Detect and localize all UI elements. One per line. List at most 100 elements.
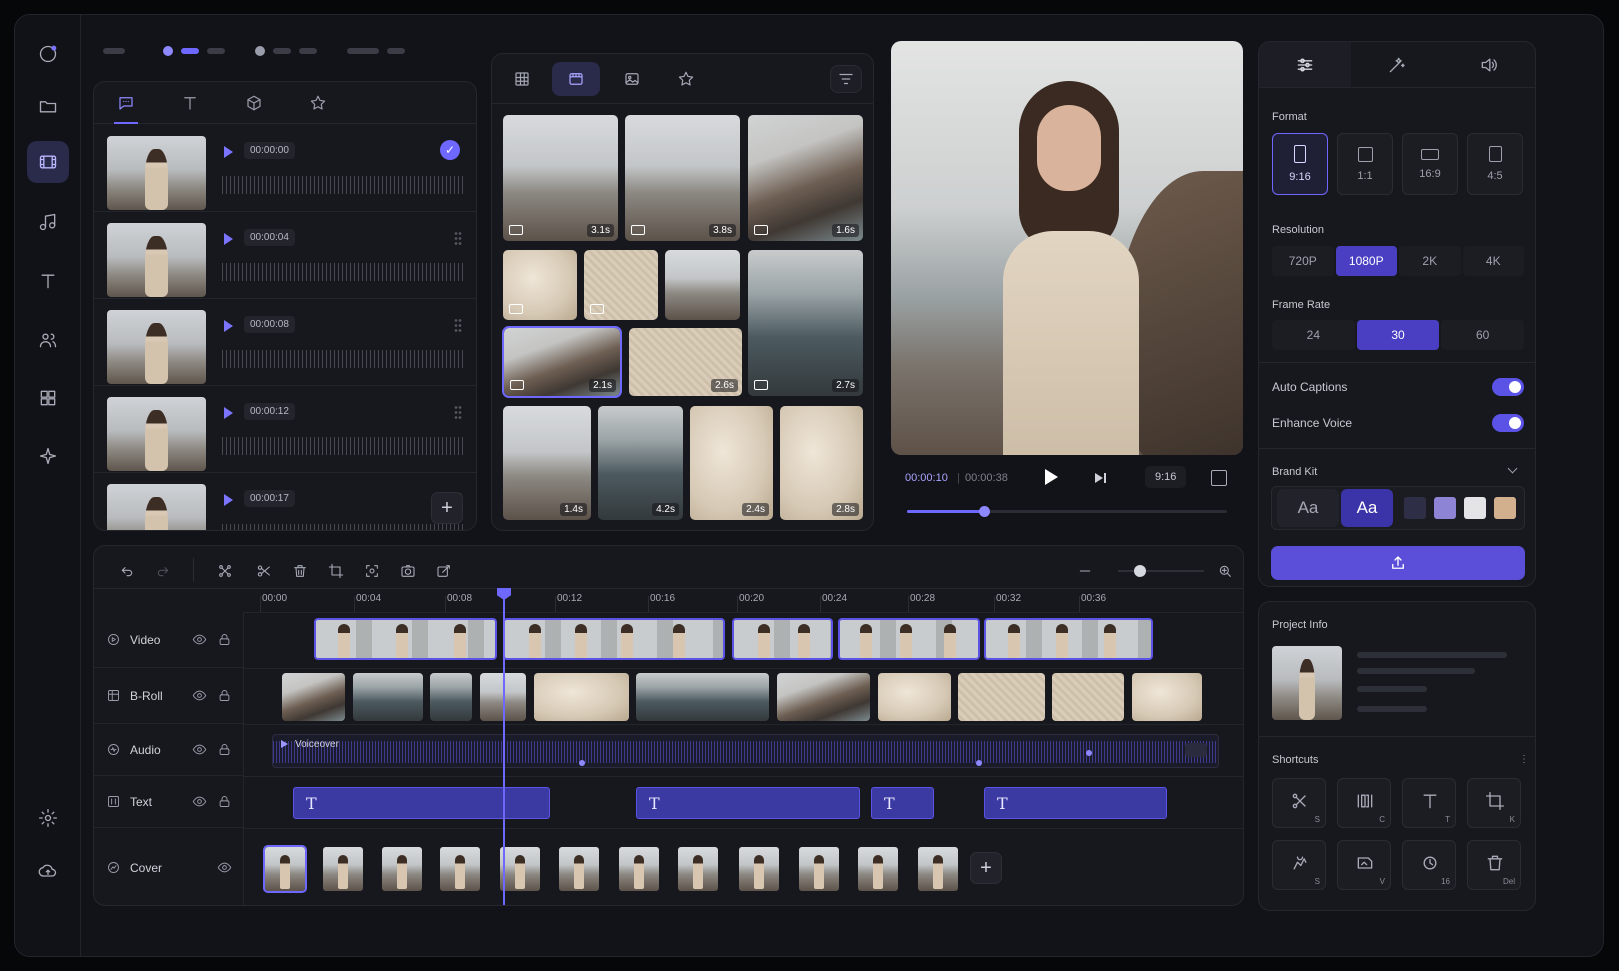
broll-clip[interactable] bbox=[636, 673, 769, 721]
tab-starred[interactable] bbox=[662, 62, 710, 96]
next-frame-button[interactable] bbox=[1095, 472, 1107, 484]
media-tile-selected[interactable]: 2.1s bbox=[502, 326, 622, 398]
broll-clip[interactable] bbox=[430, 673, 472, 721]
trash-icon[interactable] bbox=[289, 560, 311, 582]
res-option[interactable]: 720P bbox=[1272, 246, 1334, 276]
film-icon[interactable] bbox=[27, 141, 69, 183]
add-voice-button[interactable]: + bbox=[431, 492, 463, 524]
zoom-slider[interactable] bbox=[1118, 565, 1204, 577]
media-tile[interactable]: 3.1s bbox=[503, 115, 618, 241]
media-tile[interactable]: 4.2s bbox=[598, 406, 683, 520]
color-swatch[interactable] bbox=[1464, 497, 1486, 519]
eye-icon[interactable] bbox=[217, 860, 232, 875]
sparkle-icon[interactable] bbox=[27, 435, 69, 477]
font-option-serif[interactable]: Aa bbox=[1277, 489, 1339, 527]
lock-icon[interactable] bbox=[217, 688, 232, 703]
tab-text[interactable] bbox=[158, 82, 222, 124]
cloud-upload-icon[interactable] bbox=[27, 850, 69, 892]
export-button[interactable] bbox=[1271, 546, 1525, 580]
music-icon[interactable] bbox=[27, 201, 69, 243]
res-option[interactable]: 2K bbox=[1399, 246, 1461, 276]
broll-clip[interactable] bbox=[282, 673, 345, 721]
cut-icon[interactable]: S bbox=[1272, 778, 1326, 828]
media-tile[interactable]: 2.8s bbox=[780, 406, 863, 520]
gear-icon[interactable] bbox=[27, 797, 69, 839]
broll-clip[interactable] bbox=[1132, 673, 1202, 721]
cover-frame[interactable] bbox=[858, 847, 898, 891]
cover-frame[interactable] bbox=[619, 847, 659, 891]
more-icon[interactable]: ⋮ bbox=[1519, 754, 1529, 765]
video-clip[interactable] bbox=[984, 618, 1153, 660]
cover-frame[interactable] bbox=[440, 847, 480, 891]
audio-clip[interactable]: Voiceover bbox=[272, 734, 1219, 768]
media-tile[interactable] bbox=[584, 250, 658, 320]
fps-option[interactable]: 60 bbox=[1441, 320, 1525, 350]
tab-video[interactable] bbox=[552, 62, 600, 96]
lock-icon[interactable] bbox=[217, 632, 232, 647]
text-clip[interactable]: T bbox=[636, 787, 860, 819]
media-tile[interactable]: 1.4s bbox=[503, 406, 591, 520]
crop-tool-icon[interactable]: K bbox=[1467, 778, 1521, 828]
auto-captions-toggle[interactable] bbox=[1492, 378, 1524, 396]
fps-option[interactable]: 30 bbox=[1356, 320, 1440, 350]
voice-row[interactable]: 00:00:08 bbox=[94, 298, 476, 386]
text-tool-icon[interactable]: T bbox=[1402, 778, 1456, 828]
focus-icon[interactable] bbox=[361, 560, 383, 582]
enhance-voice-toggle[interactable] bbox=[1492, 414, 1524, 432]
voice-row[interactable]: 00:00:12 bbox=[94, 385, 476, 473]
text-clip[interactable]: T bbox=[984, 787, 1167, 819]
folder-icon[interactable] bbox=[27, 85, 69, 127]
filter-button[interactable] bbox=[830, 65, 862, 93]
broll-clip[interactable] bbox=[353, 673, 423, 721]
tab-3d[interactable] bbox=[222, 82, 286, 124]
tab-grid[interactable] bbox=[498, 62, 546, 96]
play-icon[interactable] bbox=[224, 233, 233, 245]
media-tile[interactable]: 2.7s bbox=[748, 250, 863, 396]
add-cover-button[interactable]: + bbox=[970, 852, 1002, 884]
cover-frame[interactable] bbox=[678, 847, 718, 891]
eye-icon[interactable] bbox=[192, 632, 207, 647]
broll-clip[interactable] bbox=[777, 673, 870, 721]
res-option[interactable]: 4K bbox=[1462, 246, 1524, 276]
broll-clip[interactable] bbox=[878, 673, 951, 721]
format-option[interactable]: 16:9 bbox=[1402, 133, 1458, 195]
playhead-handle[interactable] bbox=[497, 588, 511, 600]
eye-icon[interactable] bbox=[192, 742, 207, 757]
format-option[interactable]: 4:5 bbox=[1467, 133, 1523, 195]
drag-handle-icon[interactable] bbox=[454, 231, 462, 245]
selected-check-icon[interactable]: ✓ bbox=[440, 140, 460, 160]
format-option[interactable]: 9:16 bbox=[1272, 133, 1328, 195]
media-tile[interactable]: 2.4s bbox=[690, 406, 773, 520]
chevron-down-icon[interactable] bbox=[1507, 463, 1518, 474]
drag-handle-icon[interactable] bbox=[454, 405, 462, 419]
color-swatch[interactable] bbox=[1494, 497, 1516, 519]
format-option[interactable]: 1:1 bbox=[1337, 133, 1393, 195]
cover-frame[interactable] bbox=[323, 847, 363, 891]
speed-icon[interactable]: 16 bbox=[1402, 840, 1456, 890]
video-preview[interactable] bbox=[891, 41, 1243, 455]
broll-clip[interactable] bbox=[958, 673, 1045, 721]
color-swatch[interactable] bbox=[1434, 497, 1456, 519]
undo-icon[interactable] bbox=[116, 560, 138, 582]
color-swatch[interactable] bbox=[1404, 497, 1426, 519]
text-clip[interactable]: T bbox=[871, 787, 934, 819]
cover-frame[interactable] bbox=[263, 845, 307, 893]
video-clip[interactable] bbox=[314, 618, 497, 660]
sticker-icon[interactable]: V bbox=[1337, 840, 1391, 890]
tab-adjust[interactable] bbox=[1259, 42, 1351, 87]
play-icon[interactable] bbox=[224, 320, 233, 332]
tab-images[interactable] bbox=[608, 62, 656, 96]
play-icon[interactable] bbox=[224, 407, 233, 419]
scissors-icon[interactable] bbox=[253, 560, 275, 582]
cover-frame[interactable] bbox=[918, 847, 958, 891]
zoom-out-icon[interactable] bbox=[1074, 560, 1096, 582]
play-icon[interactable] bbox=[224, 494, 233, 506]
font-option-sans[interactable]: Aa bbox=[1341, 489, 1393, 527]
eye-icon[interactable] bbox=[192, 794, 207, 809]
cover-frame[interactable] bbox=[500, 847, 540, 891]
magic-icon[interactable]: S bbox=[1272, 840, 1326, 890]
voice-row[interactable]: 00:00:00 ✓ bbox=[94, 124, 476, 212]
lock-icon[interactable] bbox=[217, 742, 232, 757]
play-icon[interactable] bbox=[224, 146, 233, 158]
fullscreen-icon[interactable] bbox=[1211, 470, 1227, 486]
